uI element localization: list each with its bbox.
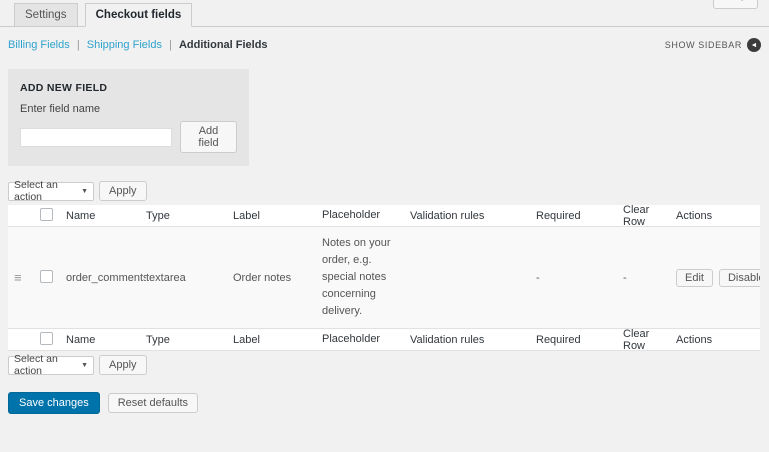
bulk-actions-top: Select an action ▼ Apply (8, 181, 769, 201)
col-footer-placeholder: Placeholder (322, 331, 410, 348)
cell-label: Order notes (233, 272, 322, 284)
breadcrumb-current-additional-fields: Additional Fields (179, 39, 268, 51)
col-footer-actions: Actions (676, 334, 760, 346)
help-button[interactable]: Help (713, 0, 758, 9)
col-header-name: Name (66, 210, 146, 222)
col-header-clear-row: Clear Row (609, 204, 676, 228)
field-name-input[interactable] (20, 128, 172, 147)
tab-settings[interactable]: Settings (14, 3, 78, 26)
save-changes-button[interactable]: Save changes (8, 392, 100, 414)
chevron-down-icon: ▼ (81, 362, 88, 369)
sidebar-arrow-icon: ◄ (747, 38, 761, 52)
breadcrumb: Billing Fields | Shipping Fields | Addit… (8, 39, 268, 51)
subnav-row: Billing Fields | Shipping Fields | Addit… (0, 27, 769, 52)
bulk-actions-bottom: Select an action ▼ Apply (8, 355, 769, 375)
breadcrumb-separator: | (77, 39, 80, 51)
table-row-order-comments: ≡ order_comments textarea Order notes No… (8, 227, 760, 328)
apply-button[interactable]: Apply (99, 181, 147, 201)
tab-checkout-fields[interactable]: Checkout fields (85, 3, 193, 27)
cell-clear-row: - (609, 272, 676, 284)
drag-handle-icon[interactable]: ≡ (14, 271, 22, 285)
table-footer-row: Name Type Label Placeholder Validation r… (8, 328, 760, 350)
row-checkbox[interactable] (40, 270, 53, 283)
breadcrumb-separator: | (169, 39, 172, 51)
field-name-label: Enter field name (20, 103, 237, 115)
panel-title: ADD NEW FIELD (20, 82, 237, 94)
col-header-label: Label (233, 210, 322, 222)
col-header-required: Required (522, 210, 609, 222)
checkout-fields-table: Name Type Label Placeholder Validation r… (8, 205, 760, 351)
col-footer-name: Name (66, 334, 146, 346)
bulk-action-selected-value: Select an action (14, 353, 77, 377)
show-sidebar-toggle[interactable]: SHOW SIDEBAR ◄ (665, 38, 761, 52)
add-field-button[interactable]: Add field (180, 121, 237, 153)
cell-placeholder: Notes on your order, e.g. special notes … (322, 235, 410, 320)
col-header-validation: Validation rules (410, 210, 522, 222)
col-footer-clear-row: Clear Row (609, 328, 676, 352)
col-footer-label: Label (233, 334, 322, 346)
link-billing-fields[interactable]: Billing Fields (8, 39, 70, 51)
table-header-row: Name Type Label Placeholder Validation r… (8, 205, 760, 227)
bulk-action-selected-value: Select an action (14, 179, 77, 203)
col-header-actions: Actions (676, 210, 760, 222)
cell-type: textarea (146, 272, 233, 284)
cell-required: - (522, 272, 609, 284)
select-all-checkbox-footer[interactable] (40, 332, 53, 345)
add-new-field-panel: ADD NEW FIELD Enter field name Add field (8, 69, 249, 166)
bulk-action-select-bottom[interactable]: Select an action ▼ (8, 356, 94, 375)
chevron-down-icon: ▼ (81, 188, 88, 195)
disable-button[interactable]: Disable (719, 269, 760, 287)
link-shipping-fields[interactable]: Shipping Fields (87, 39, 162, 51)
col-footer-validation: Validation rules (410, 334, 522, 346)
apply-button-bottom[interactable]: Apply (99, 355, 147, 375)
tab-bar: Settings Checkout fields (0, 0, 769, 27)
select-all-checkbox[interactable] (40, 208, 53, 221)
cell-name: order_comments (66, 272, 146, 284)
col-header-placeholder: Placeholder (322, 207, 410, 224)
reset-defaults-button[interactable]: Reset defaults (108, 393, 198, 413)
col-footer-required: Required (522, 334, 609, 346)
col-footer-type: Type (146, 334, 233, 346)
submit-row: Save changes Reset defaults (8, 392, 769, 414)
show-sidebar-label: SHOW SIDEBAR (665, 40, 742, 50)
col-header-type: Type (146, 210, 233, 222)
edit-button[interactable]: Edit (676, 269, 713, 287)
bulk-action-select[interactable]: Select an action ▼ (8, 182, 94, 201)
